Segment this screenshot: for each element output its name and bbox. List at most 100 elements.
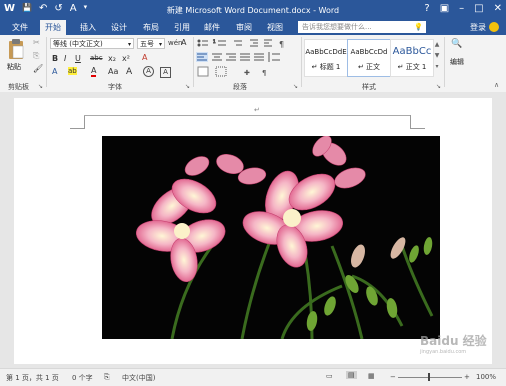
font-size-value: 五号 xyxy=(140,40,154,48)
lightbulb-icon: 💡 xyxy=(414,23,423,31)
ribbon: 粘贴 ✂ ⎘ 🖌 剪贴板 ↘ 等线 (中文正文) ▾ 五号 ▾ wén A B … xyxy=(0,35,506,93)
subscript-button[interactable]: x₂ xyxy=(108,54,116,63)
shading-icon xyxy=(197,66,209,77)
read-mode-icon[interactable]: ▭ xyxy=(326,372,333,380)
watermark: Baidu 经验 jingyan.baidu.com xyxy=(420,332,490,355)
tell-me-search[interactable]: 告诉我您想要做什么... 💡 xyxy=(298,21,426,33)
minimize-icon[interactable]: – xyxy=(459,3,464,14)
divider xyxy=(193,37,194,87)
paragraph-buttons: 1 ¶ ✚ ¶ xyxy=(196,39,284,77)
page-count[interactable]: 第 1 页，共 1 页 xyxy=(6,373,59,383)
styles-scroll[interactable]: ▲ ▼ ▾ xyxy=(433,39,441,75)
inserted-image[interactable] xyxy=(102,136,440,339)
tell-me-placeholder: 告诉我您想要做什么... xyxy=(302,23,372,31)
format-painter-icon[interactable]: 🖌 xyxy=(33,64,43,73)
tab-insert[interactable]: 插入 xyxy=(80,22,96,33)
login-link[interactable]: 登录 xyxy=(470,22,486,33)
clipboard-icon xyxy=(9,39,24,59)
style-body-1[interactable]: AaBbCc ↵ 正文 1 xyxy=(390,39,434,77)
superscript-button[interactable]: x² xyxy=(122,54,130,63)
margin-mark xyxy=(410,128,425,129)
chevron-down-icon: ▾ xyxy=(127,41,131,48)
grow-font-button[interactable]: A xyxy=(126,67,132,77)
justify-icon xyxy=(240,53,250,61)
styles-launcher-icon[interactable]: ↘ xyxy=(436,83,441,90)
watermark-text: Baidu 经验 xyxy=(420,334,487,348)
strikethrough-button[interactable]: abc xyxy=(90,54,103,62)
tab-design[interactable]: 设计 xyxy=(111,22,127,33)
smiley-icon[interactable] xyxy=(489,22,499,32)
paste-label: 粘贴 xyxy=(7,63,21,71)
word-count[interactable]: 0 个字 xyxy=(72,373,93,383)
distribute-icon xyxy=(254,53,264,61)
proofing-icon[interactable]: ⎘ xyxy=(104,373,110,382)
web-layout-icon[interactable]: ▦ xyxy=(368,372,375,380)
tab-references[interactable]: 引用 xyxy=(174,22,190,33)
zoom-thumb[interactable] xyxy=(428,373,430,381)
cut-icon[interactable]: ✂ xyxy=(33,38,40,47)
collapse-ribbon-icon[interactable]: ∧ xyxy=(494,81,499,89)
style-heading-1[interactable]: AaBbCcDdE ↵ 标题 1 xyxy=(304,39,348,77)
zoom-in-button[interactable]: + xyxy=(464,373,470,381)
editing-label: 编辑 xyxy=(450,58,464,66)
italic-button[interactable]: I xyxy=(64,54,66,63)
clipboard-launcher-icon[interactable]: ↘ xyxy=(38,83,43,90)
ribbon-display-icon[interactable]: ▣ xyxy=(440,3,449,14)
align-right-icon xyxy=(226,53,236,61)
tab-view[interactable]: 视图 xyxy=(267,22,283,33)
language[interactable]: 中文(中国) xyxy=(122,373,155,383)
numbering-icon: 1 xyxy=(213,39,226,46)
paragraph-group-label: 段落 xyxy=(233,83,247,91)
styles-group-label: 样式 xyxy=(362,83,376,91)
text-effect-icon[interactable]: A xyxy=(142,53,147,62)
margin-mark xyxy=(410,115,411,128)
font-name-select[interactable]: 等线 (中文正文) ▾ xyxy=(50,38,134,49)
tab-review[interactable]: 审阅 xyxy=(236,22,252,33)
tab-file[interactable]: 文件 xyxy=(12,22,28,33)
style-normal[interactable]: AaBbCcDd ↵ 正文 xyxy=(347,39,391,77)
change-case-button[interactable]: Aa xyxy=(108,67,118,76)
multilevel-icon xyxy=(234,40,242,46)
tab-home[interactable]: 开始 xyxy=(40,20,66,35)
char-border-button[interactable]: A xyxy=(160,67,171,78)
document-page[interactable]: ↵ Baidu 经验 jingyan.baidu.com xyxy=(14,98,492,364)
margin-mark xyxy=(84,115,85,128)
style-preview: AaBbCcDd xyxy=(350,48,388,56)
style-name: ↵ 正文 1 xyxy=(397,63,427,71)
align-left-icon xyxy=(196,52,208,62)
zoom-level[interactable]: 100% xyxy=(476,373,496,381)
font-size-select[interactable]: 五号 ▾ xyxy=(137,38,165,49)
text-effects-button[interactable]: A xyxy=(52,67,57,76)
binoculars-icon: 🔍 xyxy=(451,39,463,49)
bold-button[interactable]: B xyxy=(52,54,58,63)
align-center-icon xyxy=(212,53,222,61)
chevron-down-icon: ▾ xyxy=(158,41,162,48)
document-area[interactable]: ↵ Baidu 经验 jingyan.baidu.com xyxy=(0,92,506,368)
paragraph-launcher-icon[interactable]: ↘ xyxy=(293,83,298,90)
decrease-indent-icon xyxy=(250,39,258,47)
chinese-layout-icon: ✚ xyxy=(244,69,250,77)
flower-photo xyxy=(136,136,434,339)
maximize-icon[interactable]: □ xyxy=(474,3,483,14)
underline-button[interactable]: U xyxy=(75,54,81,63)
paste-button[interactable]: 粘贴 xyxy=(5,38,27,74)
font-name-value: 等线 (中文正文) xyxy=(53,40,103,48)
print-layout-icon[interactable]: ▤ xyxy=(346,371,357,379)
sort-icon: ¶ xyxy=(279,40,284,49)
zoom-slider[interactable] xyxy=(398,377,462,378)
close-icon[interactable]: ✕ xyxy=(494,3,502,14)
divider xyxy=(444,37,445,87)
tab-layout[interactable]: 布局 xyxy=(143,22,159,33)
zoom-out-button[interactable]: − xyxy=(390,373,396,381)
help-icon[interactable]: ? xyxy=(424,3,429,14)
copy-icon[interactable]: ⎘ xyxy=(33,51,39,61)
enclose-char-button[interactable]: A xyxy=(143,66,154,77)
tab-mailings[interactable]: 邮件 xyxy=(204,22,220,33)
highlight-button[interactable]: ab xyxy=(68,67,77,75)
editing-button[interactable]: 🔍 编辑 xyxy=(449,39,469,75)
font-launcher-icon[interactable]: ↘ xyxy=(185,83,190,90)
font-color-button[interactable]: A xyxy=(91,67,97,77)
clear-format-icon[interactable]: A xyxy=(181,38,186,47)
increase-indent-icon xyxy=(264,39,272,47)
watermark-subtext: jingyan.baidu.com xyxy=(420,349,467,355)
